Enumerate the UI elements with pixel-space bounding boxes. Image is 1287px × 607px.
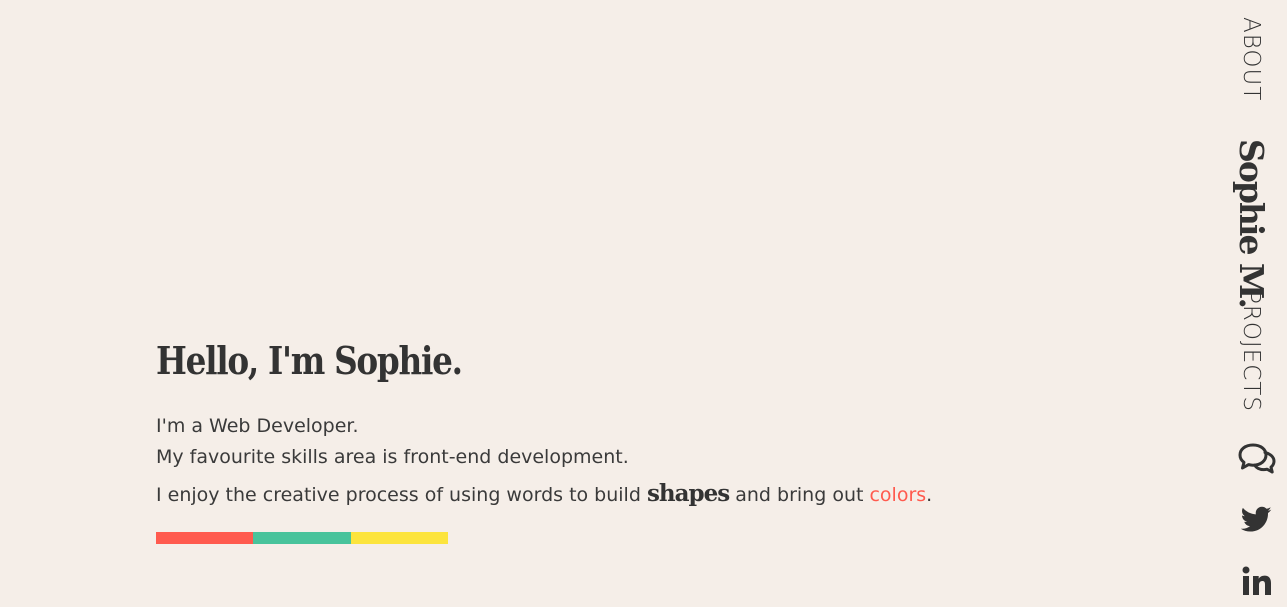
- color-stripe: [156, 532, 448, 544]
- hero-section: Hello, I'm Sophie. I'm a Web Developer. …: [156, 333, 932, 516]
- intro-line-creative-end: .: [926, 484, 933, 506]
- intro-line-creative-middle: and bring out: [729, 484, 870, 506]
- brand-logo-link[interactable]: Sophie M.: [1232, 139, 1271, 307]
- linkedin-icon[interactable]: [1242, 566, 1272, 596]
- intro-line-creative: I enjoy the creative process of using wo…: [156, 473, 932, 516]
- color-stripe-yellow: [350, 532, 448, 544]
- nav-about-link[interactable]: ABOUT: [1238, 17, 1264, 101]
- color-stripe-red: [156, 532, 254, 544]
- nav-projects-link[interactable]: PROJECTS: [1238, 290, 1264, 412]
- color-stripe-green: [253, 532, 351, 544]
- intro-line-creative-start: I enjoy the creative process of using wo…: [156, 484, 647, 506]
- page: Hello, I'm Sophie. I'm a Web Developer. …: [0, 0, 1287, 607]
- intro-line-skills: My favourite skills area is front-end de…: [156, 446, 629, 468]
- twitter-icon[interactable]: [1240, 506, 1272, 533]
- chat-bubbles-icon[interactable]: [1238, 442, 1276, 474]
- intro-line-role: I'm a Web Developer.: [156, 415, 359, 437]
- side-nav: ABOUT Sophie M. PROJECTS: [1230, 0, 1287, 607]
- hero-title: Hello, I'm Sophie.: [156, 338, 463, 383]
- shapes-word: shapes: [646, 480, 730, 507]
- colors-word: colors: [869, 484, 927, 506]
- intro-text: I'm a Web Developer. My favourite skills…: [156, 411, 932, 516]
